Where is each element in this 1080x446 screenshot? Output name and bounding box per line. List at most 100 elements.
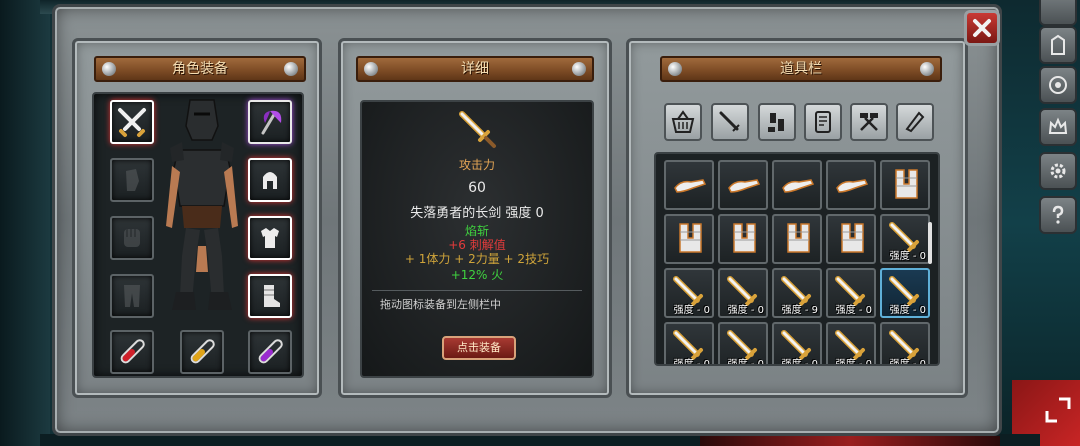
offhand-slot[interactable] <box>248 100 292 144</box>
armor-filter-icon <box>768 113 784 132</box>
potion-slot-purple[interactable] <box>248 330 292 374</box>
stat-label: 攻击力 <box>458 158 495 172</box>
tunic-icon <box>261 228 279 248</box>
rivet-icon <box>364 62 378 76</box>
inventory-scrollbar[interactable] <box>928 222 932 264</box>
item-strength-label: 强度 - 0 <box>835 359 872 366</box>
side-button-top[interactable] <box>1039 0 1077 26</box>
boot-item-icon <box>895 169 918 199</box>
inventory-slot[interactable]: 强度 - 0 <box>880 322 930 366</box>
purple-potion-icon <box>258 339 283 364</box>
detail-title: 详细 <box>461 61 489 77</box>
weapon-slot[interactable] <box>110 100 154 144</box>
stat-value: 60 <box>468 180 486 196</box>
boot-item-icon <box>679 223 702 253</box>
glove-slot[interactable] <box>110 158 154 202</box>
inventory-slot[interactable]: 强度 - 9 <box>772 268 822 318</box>
paper-filter-icon <box>905 111 925 133</box>
inventory-slot[interactable]: 强度 - 0 <box>880 214 930 264</box>
inventory-title-banner: 道具栏 <box>660 56 942 82</box>
gauntlet-icon <box>124 229 140 247</box>
item-name: 失落勇者的长剑 强度 0 <box>410 206 544 221</box>
helmet-slot[interactable] <box>248 158 292 202</box>
pants-slot[interactable] <box>110 274 154 318</box>
fullscreen-button[interactable] <box>1040 392 1076 428</box>
item-strength-label: 强度 - 0 <box>889 251 926 262</box>
item-strength-label: 强度 - 0 <box>889 359 926 366</box>
inventory-slot[interactable]: 强度 - 0 <box>772 322 822 366</box>
filter-misc-button[interactable] <box>896 103 934 141</box>
inventory-slot[interactable]: 强度 - 0 <box>718 322 768 366</box>
inventory-slot[interactable] <box>772 214 822 264</box>
side-door-button[interactable] <box>1039 26 1077 64</box>
side-settings-button[interactable] <box>1039 152 1077 190</box>
filter-armor-button[interactable] <box>758 103 796 141</box>
equipment-title: 角色装备 <box>172 61 228 77</box>
side-crown-button[interactable] <box>1039 108 1077 146</box>
armor-slot[interactable] <box>248 216 292 260</box>
filter-scroll-button[interactable] <box>804 103 842 141</box>
sword-filter-icon <box>719 111 740 132</box>
inventory-slot[interactable] <box>826 214 876 264</box>
rivet-icon <box>102 62 116 76</box>
item-strength-label: 强度 - 0 <box>889 305 926 316</box>
glove-item-icon <box>728 179 761 193</box>
bonus-attributes: + 1体力 + 2力量 + 2技巧 <box>404 252 550 266</box>
item-strength-label: 强度 - 0 <box>727 359 764 366</box>
item-strength-label: 强度 - 0 <box>781 359 818 366</box>
inventory-slot[interactable]: 强度 - 0 <box>718 268 768 318</box>
close-button[interactable] <box>964 10 1000 46</box>
inventory-grid[interactable]: 强度 - 0 强度 - 0 强度 - 0 强度 - 9 强度 - 0 强度 - 0 强度 -… <box>654 152 940 366</box>
rivet-icon <box>572 62 586 76</box>
inventory-slot[interactable]: 强度 - 0 <box>664 268 714 318</box>
potion-slot-yellow[interactable] <box>180 330 224 374</box>
boot-icon <box>264 285 280 307</box>
bonus-fire: +12% 火 <box>450 268 504 282</box>
red-potion-icon <box>120 339 145 364</box>
inventory-slot[interactable] <box>718 214 768 264</box>
filter-tools-button[interactable] <box>850 103 888 141</box>
filter-weapon-button[interactable] <box>711 103 749 141</box>
inventory-title: 道具栏 <box>780 61 822 77</box>
character-model <box>166 99 238 310</box>
expand-icon <box>1045 397 1071 423</box>
boots-slot[interactable] <box>248 274 292 318</box>
door-icon <box>1051 34 1065 55</box>
axe-icon <box>261 110 282 135</box>
item-strength-label: 强度 - 9 <box>781 305 818 316</box>
scroll-filter-icon <box>815 111 831 133</box>
inventory-slot[interactable]: 强度 - 0 <box>880 268 930 318</box>
rivet-icon <box>284 62 298 76</box>
inventory-slot[interactable] <box>718 160 768 210</box>
inventory-slot[interactable] <box>826 160 876 210</box>
inventory-slot[interactable] <box>664 214 714 264</box>
close-icon <box>973 19 991 37</box>
pants-icon <box>124 285 140 307</box>
shield-icon <box>1049 76 1067 94</box>
gauntlet-slot[interactable] <box>110 216 154 260</box>
yellow-potion-icon <box>190 339 215 364</box>
detail-divider <box>372 290 582 291</box>
basket-icon <box>671 110 695 133</box>
boot-item-icon <box>733 223 756 253</box>
equipment-title-banner: 角色装备 <box>94 56 306 82</box>
inventory-slot[interactable]: 强度 - 0 <box>826 268 876 318</box>
inventory-slot[interactable]: 强度 - 0 <box>826 322 876 366</box>
inventory-slot[interactable] <box>664 160 714 210</box>
boot-item-icon <box>841 223 864 253</box>
helmet-icon <box>263 172 277 189</box>
item-strength-label: 强度 - 0 <box>835 305 872 316</box>
equip-button[interactable]: 点击装备 <box>442 336 516 360</box>
inventory-slot[interactable]: 强度 - 0 <box>664 322 714 364</box>
side-help-button[interactable] <box>1039 196 1077 234</box>
help-icon <box>1052 205 1064 224</box>
inventory-slot[interactable] <box>880 160 930 210</box>
item-strength-label: 强度 - 0 <box>727 305 764 316</box>
side-shield-button[interactable] <box>1039 66 1077 104</box>
glove-icon <box>126 169 139 191</box>
background-left <box>0 0 50 446</box>
inventory-slot[interactable] <box>772 160 822 210</box>
filter-all-button[interactable] <box>664 103 702 141</box>
potion-slot-red[interactable] <box>110 330 154 374</box>
glove-item-icon <box>782 179 815 193</box>
